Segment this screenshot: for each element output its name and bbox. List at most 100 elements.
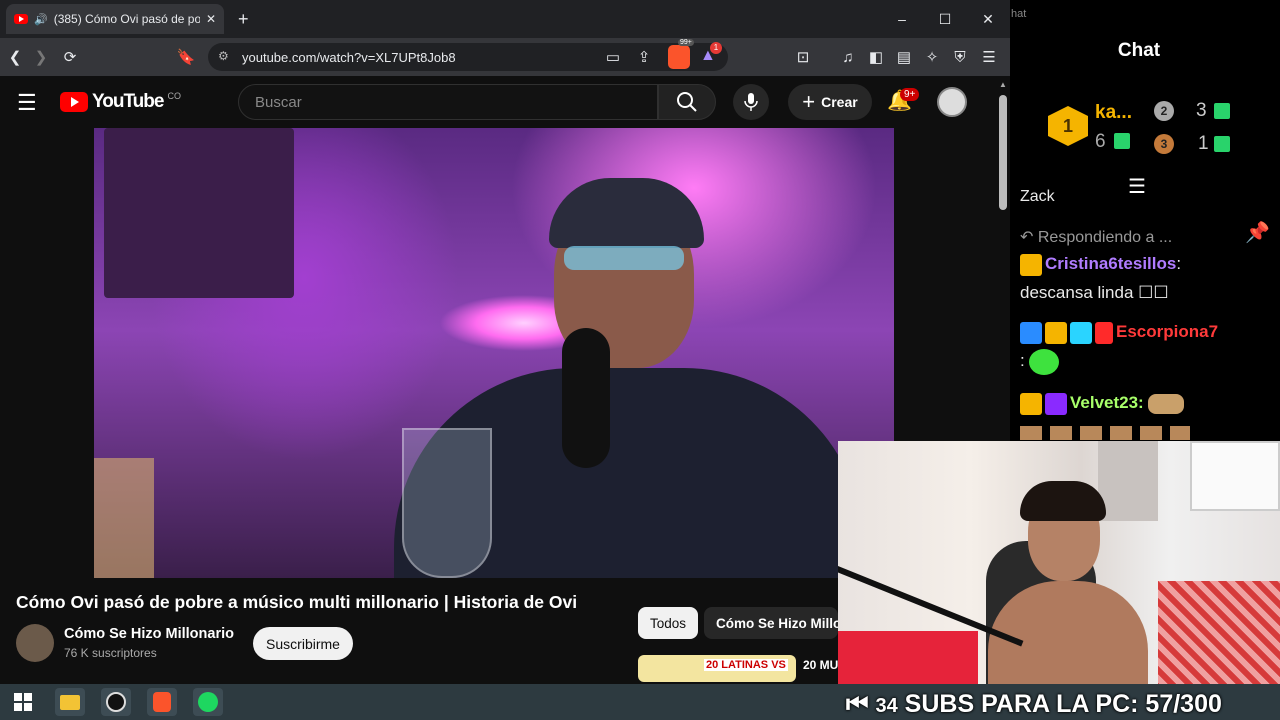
crown-badge-icon	[1045, 321, 1067, 344]
hamburger-menu-icon[interactable]: ☰	[17, 90, 37, 116]
reload-icon[interactable]: ⟳	[58, 46, 82, 68]
search-icon	[677, 92, 697, 112]
spotify-icon[interactable]	[193, 688, 223, 716]
thumbnail-text: 20 LATINAS VS	[704, 659, 788, 671]
scrollbar-thumb[interactable]	[999, 95, 1007, 210]
chat-message: Escorpiona7 :	[1020, 318, 1275, 376]
subs-goal-overlay: ⏮ 34 SUBS PARA LA PC: 57/300	[846, 690, 1222, 719]
rank-3-badge: 3	[1154, 134, 1174, 154]
share-icon[interactable]: ⇪	[632, 46, 656, 68]
channel-name[interactable]: Cómo Se Hizo Millonario	[64, 626, 234, 642]
video-scene-cap	[549, 178, 704, 248]
collapse-leaderboard-icon[interactable]: ☰	[1128, 174, 1146, 199]
scroll-up-icon[interactable]: ▲	[999, 80, 1007, 89]
shield-count-badge: 99+	[678, 39, 694, 46]
windows-start-icon[interactable]	[8, 688, 38, 716]
chip-channel[interactable]: Cómo Se Hizo Millonario	[704, 607, 838, 639]
youtube-play-icon	[60, 92, 88, 112]
microphone-icon	[744, 93, 758, 111]
rank-2-badge: 2	[1154, 101, 1174, 121]
recommended-video-thumbnail[interactable]: 20 LATINAS VS	[638, 655, 796, 682]
chat-username[interactable]: Escorpiona7	[1116, 322, 1218, 341]
streamer-webcam	[838, 441, 1280, 691]
webcam-red-object	[838, 631, 978, 691]
create-button[interactable]: + Crear	[788, 84, 872, 120]
channel-avatar[interactable]	[16, 624, 54, 662]
crown-badge-icon	[1020, 253, 1042, 276]
webcam-red-chair	[1158, 581, 1280, 691]
chat-username[interactable]: Cristina6tesillos	[1045, 254, 1176, 273]
emote-row	[1020, 426, 1190, 440]
brave-shield-icon[interactable]: 99+	[668, 39, 694, 69]
video-scene-glass	[402, 428, 492, 578]
chat-message-partial: Zack	[1020, 188, 1055, 205]
search-button[interactable]	[658, 84, 716, 120]
recommended-video-title[interactable]: 20 MU	[803, 658, 838, 672]
country-code: CO	[167, 91, 181, 101]
subs-count: 34	[875, 695, 898, 717]
menu-icon[interactable]: ☰	[977, 46, 1001, 68]
bookmark-icon[interactable]: 🔖	[174, 46, 198, 68]
close-window-button[interactable]: ✕	[968, 6, 1008, 32]
site-settings-icon[interactable]: ⚙	[218, 49, 229, 63]
subscribe-button[interactable]: Suscribirme	[253, 627, 353, 660]
speaker-icon[interactable]: 🔊	[34, 13, 48, 26]
file-explorer-icon[interactable]	[55, 688, 85, 716]
reader-icon[interactable]: ⊡	[791, 46, 815, 68]
replying-text: Respondiendo a ...	[1037, 229, 1173, 246]
create-label: Crear	[821, 94, 858, 110]
tab-close-icon[interactable]: ✕	[206, 12, 216, 26]
obs-icon[interactable]	[101, 688, 131, 716]
search-input[interactable]: Buscar	[238, 84, 658, 120]
notifications-badge: 9+	[900, 88, 920, 101]
music-icon[interactable]: ♫	[836, 46, 860, 68]
brave-rewards-icon[interactable]: ▲ 1	[700, 42, 722, 65]
wallet-icon[interactable]: ▤	[892, 46, 916, 68]
webcam-whiteboard	[1190, 441, 1280, 511]
sub-badge-icon	[1070, 321, 1092, 344]
play-pause-icon: ⏮	[846, 690, 869, 718]
emote-icon	[1148, 393, 1185, 414]
leo-ai-icon[interactable]: ✧	[920, 46, 944, 68]
webcam-window	[1098, 441, 1158, 521]
browser-tab[interactable]: 🔊 (385) Cómo Ovi pasó de pobre ✕	[6, 4, 224, 34]
chat-username[interactable]: Velvet23:	[1070, 393, 1144, 412]
forward-icon[interactable]: ❯	[29, 46, 53, 68]
new-tab-button[interactable]: +	[238, 9, 249, 30]
video-scene-bottle	[94, 458, 154, 578]
green-blob-emote-icon	[1029, 348, 1060, 375]
rank-3-gifts: 1	[1198, 133, 1209, 154]
chat-window-title: hat	[1011, 8, 1027, 20]
subscriber-count: 76 K suscriptores	[64, 646, 157, 660]
account-avatar[interactable]	[937, 87, 967, 117]
brave-browser-icon[interactable]	[147, 688, 177, 716]
chat-message: Cristina6tesillos: descansa linda ☐☐	[1020, 253, 1182, 302]
back-icon[interactable]: ❮	[3, 46, 27, 68]
video-scene-microphone	[562, 328, 610, 468]
gift-icon	[1214, 103, 1230, 119]
gift-icon	[1214, 136, 1230, 152]
top-gifter-count: 6	[1095, 131, 1106, 152]
crown-badge-icon	[1020, 392, 1042, 415]
cast-icon[interactable]: ▭	[601, 46, 625, 68]
top-gifter-name[interactable]: ka...	[1095, 102, 1132, 124]
minimize-button[interactable]: –	[882, 6, 922, 32]
pin-icon[interactable]: 📌	[1245, 220, 1270, 245]
sidebar-icon[interactable]: ◧	[864, 46, 888, 68]
video-player[interactable]	[94, 128, 894, 578]
maximize-button[interactable]: ☐	[925, 6, 965, 32]
chat-title: Chat	[1117, 40, 1161, 61]
chip-todos[interactable]: Todos	[638, 607, 699, 639]
voice-search-button[interactable]	[733, 84, 769, 120]
rewards-badge: 1	[710, 42, 722, 54]
z-badge-icon	[1045, 392, 1067, 415]
youtube-logo[interactable]: YouTube CO	[60, 91, 181, 113]
video-title: Cómo Ovi pasó de pobre a músico multi mi…	[16, 592, 578, 612]
youtube-wordmark: YouTube	[92, 91, 164, 112]
chat-text: descansa linda ☐☐	[1020, 283, 1169, 302]
rank-2-gifts: 3	[1196, 100, 1207, 121]
subs-goal-text: SUBS PARA LA PC: 57/300	[904, 690, 1222, 718]
url-text: youtube.com/watch?v=XL7UPt8Job8	[242, 49, 456, 65]
reply-indicator: ↶ Respondiendo a ...	[1020, 229, 1173, 246]
vpn-icon[interactable]: ⛨	[948, 46, 972, 68]
